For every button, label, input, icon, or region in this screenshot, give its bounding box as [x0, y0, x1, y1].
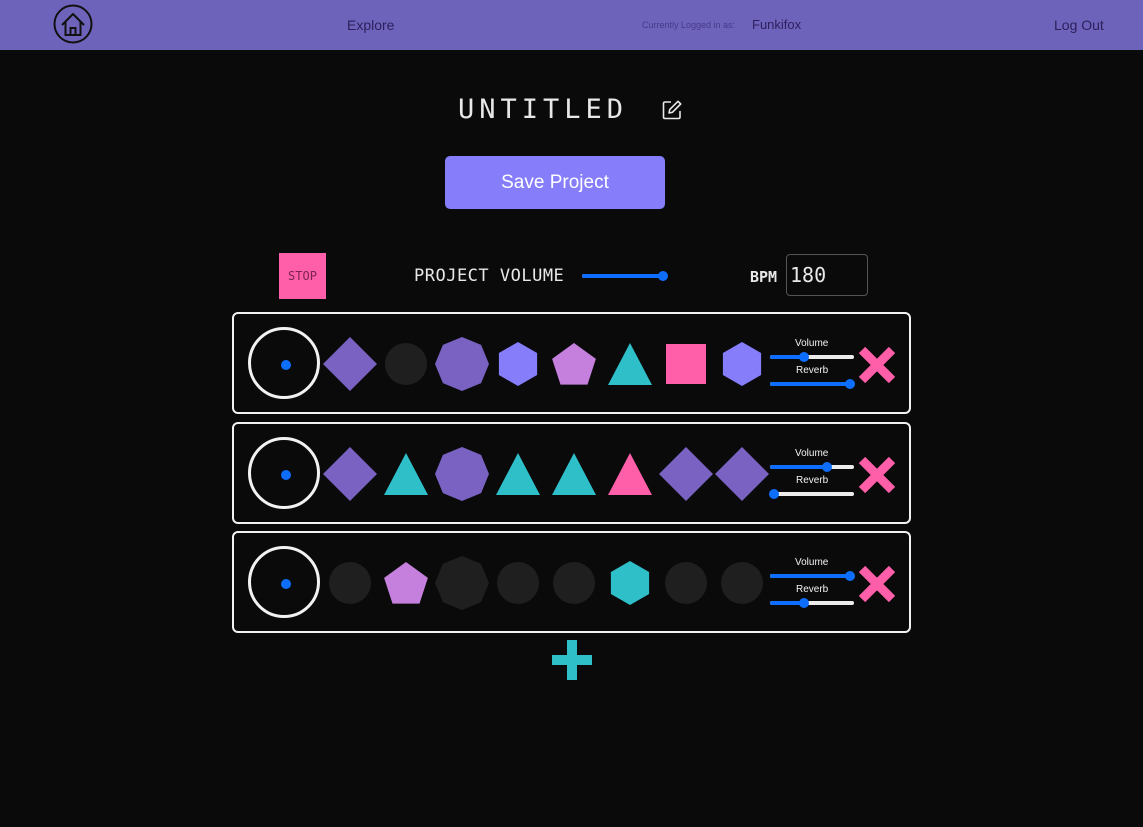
track-volume-slider[interactable] — [770, 461, 854, 473]
delete-track-icon[interactable] — [856, 454, 898, 496]
track-reverb-label: Reverb — [796, 584, 829, 595]
playhead-dot — [281, 360, 291, 370]
step-diamond-purple[interactable] — [323, 337, 377, 391]
edit-title-icon[interactable] — [661, 99, 683, 121]
add-track-icon[interactable] — [551, 639, 593, 681]
step-hexagon-periwinkle[interactable] — [722, 342, 762, 386]
track-volume-slider[interactable] — [770, 570, 855, 582]
step-circle-empty[interactable] — [721, 562, 763, 604]
step-hexagon-periwinkle[interactable] — [498, 342, 538, 386]
track-volume-label: Volume — [795, 557, 829, 568]
track-row: Volume Reverb — [232, 422, 911, 524]
track-play-button[interactable] — [248, 437, 320, 509]
playhead-dot — [281, 579, 291, 589]
step-pentagon-lilac[interactable] — [552, 343, 596, 385]
step-triangle-teal[interactable] — [384, 453, 428, 495]
save-project-button[interactable]: Save Project — [445, 156, 665, 209]
track-play-button[interactable] — [248, 546, 320, 618]
navbar: Explore Currently Logged in as: Funkifox… — [0, 0, 1143, 50]
username: Funkifox — [752, 17, 802, 32]
step-triangle-teal[interactable] — [608, 343, 652, 385]
step-diamond-purple[interactable] — [659, 447, 713, 501]
step-diamond-purple[interactable] — [715, 447, 769, 501]
delete-track-icon[interactable] — [856, 344, 898, 386]
track-volume-label: Volume — [795, 338, 829, 349]
step-pentagon-lilac[interactable] — [384, 562, 428, 604]
step-triangle-pink[interactable] — [608, 453, 652, 495]
delete-track-icon[interactable] — [856, 563, 898, 605]
step-circle-empty[interactable] — [665, 562, 707, 604]
step-triangle-teal[interactable] — [496, 453, 540, 495]
step-octagon-purple[interactable] — [435, 337, 489, 391]
project-title: UNTITLED — [458, 94, 629, 125]
track-reverb-slider[interactable] — [770, 597, 854, 609]
step-triangle-teal[interactable] — [552, 453, 596, 495]
project-volume-label: PROJECT VOLUME — [414, 266, 565, 286]
track-row: Volume Reverb — [232, 531, 911, 633]
track-volume-slider[interactable] — [770, 351, 854, 363]
track-row: Volume Reverb — [232, 312, 911, 414]
step-circle-empty[interactable] — [553, 562, 595, 604]
playhead-dot — [281, 470, 291, 480]
step-hexagon-teal[interactable] — [610, 561, 650, 605]
bpm-input[interactable] — [786, 254, 868, 296]
track-play-button[interactable] — [248, 327, 320, 399]
step-circle-empty[interactable] — [497, 562, 539, 604]
step-octagon-empty[interactable] — [435, 556, 489, 610]
explore-link[interactable]: Explore — [347, 17, 394, 33]
track-reverb-label: Reverb — [796, 475, 829, 486]
step-diamond-purple[interactable] — [323, 447, 377, 501]
stop-button[interactable]: STOP — [279, 253, 326, 299]
step-circle-empty[interactable] — [385, 343, 427, 385]
track-reverb-slider[interactable] — [769, 488, 854, 500]
home-icon[interactable] — [53, 4, 93, 44]
track-volume-label: Volume — [795, 448, 829, 459]
login-status-label: Currently Logged in as: — [642, 20, 736, 30]
bpm-label: BPM — [750, 268, 778, 286]
step-square-pink[interactable] — [666, 344, 706, 384]
track-reverb-label: Reverb — [796, 365, 829, 376]
logout-link[interactable]: Log Out — [1054, 17, 1104, 33]
step-octagon-purple[interactable] — [435, 447, 489, 501]
track-reverb-slider[interactable] — [770, 378, 855, 390]
project-volume-slider[interactable] — [582, 270, 669, 282]
step-circle-empty[interactable] — [329, 562, 371, 604]
